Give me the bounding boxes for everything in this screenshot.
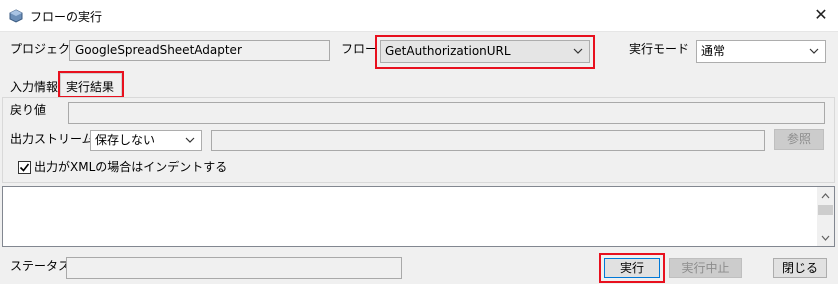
browse-button[interactable]: 参照	[774, 129, 824, 150]
indent-checkbox[interactable]	[18, 161, 31, 174]
checkmark-icon	[19, 163, 30, 172]
return-value-label: 戻り値	[10, 103, 47, 117]
output-path-field[interactable]	[211, 130, 765, 151]
output-stream-select[interactable]: 保存しない	[90, 130, 202, 151]
scrollbar-thumb[interactable]	[818, 205, 833, 215]
output-stream-label: 出力ストリーム	[10, 132, 94, 146]
abort-button[interactable]: 実行中止	[669, 258, 742, 278]
output-textarea[interactable]	[2, 186, 835, 247]
status-field	[66, 257, 402, 279]
chevron-down-icon	[809, 48, 819, 54]
output-stream-value: 保存しない	[95, 133, 156, 147]
flow-select-value: GetAuthorizationURL	[385, 44, 511, 58]
app-icon	[9, 9, 23, 23]
scroll-down-icon[interactable]	[818, 232, 833, 244]
indent-checkbox-label: 出力がXMLの場合はインデントする	[34, 160, 228, 174]
scroll-up-icon[interactable]	[818, 190, 833, 202]
mode-label: 実行モード	[629, 42, 690, 56]
chevron-down-icon	[185, 137, 195, 143]
flow-label: フロー	[341, 42, 378, 56]
tab-execution-result[interactable]: 実行結果	[66, 78, 114, 95]
chevron-down-icon	[573, 48, 583, 54]
close-icon[interactable]: ✕	[808, 4, 834, 26]
flow-select[interactable]: GetAuthorizationURL	[380, 40, 590, 63]
return-value-field	[68, 102, 825, 124]
mode-select-value: 通常	[701, 44, 726, 58]
window-title: フローの実行	[30, 10, 103, 24]
title-bar	[0, 0, 838, 32]
project-field: GoogleSpreadSheetAdapter	[69, 40, 330, 61]
status-label: ステータス	[10, 259, 71, 273]
close-button[interactable]: 閉じる	[773, 258, 827, 278]
tab-input-info[interactable]: 入力情報	[10, 78, 58, 95]
mode-select[interactable]: 通常	[696, 40, 826, 63]
run-button[interactable]: 実行	[604, 258, 660, 278]
output-text	[3, 187, 834, 191]
